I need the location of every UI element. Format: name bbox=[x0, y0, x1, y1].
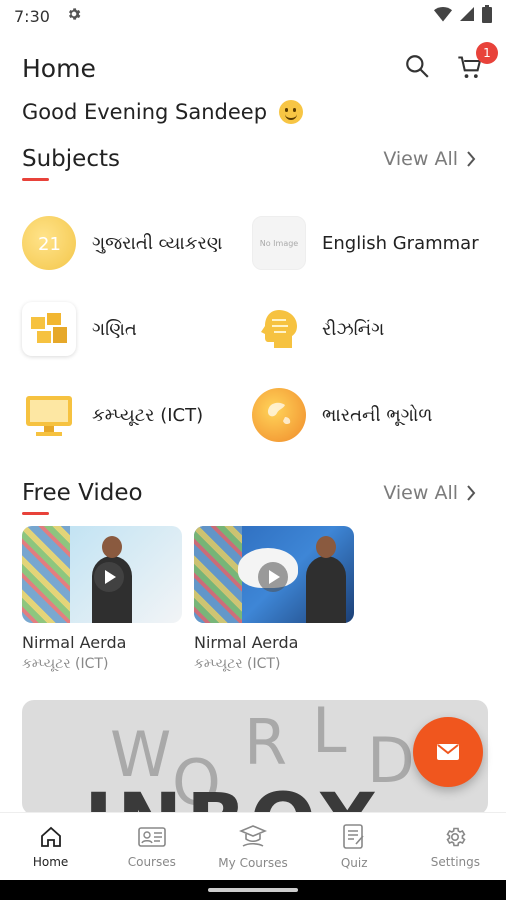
cart-button[interactable]: 1 bbox=[456, 42, 498, 82]
gear-icon bbox=[66, 6, 82, 26]
subject-label: ગણિત bbox=[92, 318, 137, 340]
no-image-placeholder: No Image bbox=[252, 216, 306, 270]
subject-item-reasoning[interactable]: રીઝનિંગ bbox=[252, 286, 492, 372]
view-all-label: View All bbox=[383, 482, 458, 504]
math-blocks-icon bbox=[22, 302, 76, 356]
video-thumbnail[interactable] bbox=[22, 526, 182, 623]
status-time: 7:30 bbox=[14, 6, 50, 26]
home-icon bbox=[40, 826, 61, 847]
video-author: Nirmal Aerda bbox=[194, 633, 299, 652]
subject-item-geography[interactable]: ભારતની ભૂગોળ bbox=[252, 372, 492, 458]
banner-letter: R bbox=[244, 706, 288, 779]
envelope-icon bbox=[437, 744, 459, 760]
bottom-nav: Home Courses My Courses Quiz Settings bbox=[0, 812, 506, 880]
brain-head-icon bbox=[252, 302, 306, 356]
subject-item-gujarati[interactable]: 21 ગુજરાતી વ્યાકરણ bbox=[22, 200, 252, 286]
app-bar: Home 1 bbox=[22, 42, 498, 88]
page-title: Home bbox=[22, 53, 96, 83]
nav-label: Settings bbox=[430, 854, 481, 869]
nav-label: Home bbox=[32, 854, 69, 869]
subject-label: ભારતની ભૂગોળ bbox=[322, 404, 433, 426]
video-list: Nirmal Aerda કમ્પ્યૂટર (ICT) Nirmal Aerd… bbox=[22, 526, 354, 672]
free-video-view-all[interactable]: View All bbox=[383, 482, 476, 504]
video-card[interactable]: Nirmal Aerda કમ્પ્યૂટર (ICT) bbox=[22, 526, 182, 672]
globe-icon bbox=[252, 388, 306, 442]
courses-icon bbox=[137, 826, 166, 847]
message-fab[interactable] bbox=[413, 717, 483, 787]
system-home-bar bbox=[0, 880, 506, 900]
video-author: Nirmal Aerda bbox=[22, 633, 127, 652]
settings-icon bbox=[446, 827, 466, 846]
banner-letter: L bbox=[312, 700, 347, 767]
subject-label: English Grammar bbox=[322, 232, 479, 254]
wifi-icon bbox=[434, 6, 452, 26]
nav-label: Courses bbox=[127, 854, 176, 869]
video-subject: કમ્પ્યૂટર (ICT) bbox=[22, 656, 109, 672]
video-thumbnail[interactable] bbox=[194, 526, 354, 623]
subject-item-computer[interactable]: કમ્પ્યૂટર (ICT) bbox=[22, 372, 252, 458]
video-subject: કમ્પ્યૂટર (ICT) bbox=[194, 656, 281, 672]
free-video-title: Free Video bbox=[22, 480, 143, 515]
play-icon[interactable] bbox=[258, 562, 288, 592]
svg-text:21: 21 bbox=[38, 234, 61, 255]
subjects-title: Subjects bbox=[22, 146, 120, 181]
cart-icon bbox=[456, 56, 484, 86]
play-icon[interactable] bbox=[94, 562, 124, 592]
greeting-text: Good Evening Sandeep bbox=[22, 100, 268, 124]
nav-label: My Courses bbox=[218, 855, 288, 870]
nav-item-home[interactable]: Home bbox=[0, 813, 101, 880]
gujarati-grammar-icon: 21 bbox=[22, 216, 76, 270]
nav-label: Quiz bbox=[340, 855, 368, 870]
keyboard-graphic bbox=[22, 526, 70, 623]
signal-icon bbox=[460, 6, 474, 26]
greeting: Good Evening Sandeep bbox=[22, 100, 304, 124]
keyboard-graphic bbox=[194, 526, 242, 623]
view-all-label: View All bbox=[383, 148, 458, 170]
nav-item-courses[interactable]: Courses bbox=[101, 813, 202, 880]
nav-item-quiz[interactable]: Quiz bbox=[304, 813, 405, 880]
status-bar: 7:30 bbox=[0, 0, 506, 32]
subjects-grid: 21 ગુજરાતી વ્યાકરણ No Image English Gram… bbox=[22, 200, 492, 458]
subject-label: કમ્પ્યૂટર (ICT) bbox=[92, 404, 204, 426]
nav-item-settings[interactable]: Settings bbox=[405, 813, 506, 880]
chevron-right-icon bbox=[467, 485, 476, 501]
subjects-view-all[interactable]: View All bbox=[383, 148, 476, 170]
smiley-icon bbox=[279, 100, 304, 124]
cart-badge: 1 bbox=[476, 42, 498, 64]
quiz-icon bbox=[343, 823, 364, 849]
computer-icon bbox=[22, 388, 76, 442]
free-video-header: Free Video View All bbox=[22, 480, 476, 515]
battery-icon bbox=[482, 5, 492, 27]
search-icon[interactable] bbox=[404, 53, 430, 83]
subject-item-english[interactable]: No Image English Grammar bbox=[252, 200, 492, 286]
video-card[interactable]: Nirmal Aerda કમ્પ્યૂટર (ICT) bbox=[194, 526, 354, 672]
no-image-text: No Image bbox=[259, 238, 299, 248]
nav-item-my-courses[interactable]: My Courses bbox=[202, 813, 303, 880]
subject-label: ગુજરાતી વ્યાકરણ bbox=[92, 232, 223, 254]
subjects-header: Subjects View All bbox=[22, 146, 476, 181]
my-courses-icon bbox=[239, 824, 267, 847]
instructor-figure bbox=[306, 536, 346, 623]
chevron-right-icon bbox=[467, 151, 476, 167]
subject-item-math[interactable]: ગણિત bbox=[22, 286, 252, 372]
banner-headline: INBOX bbox=[84, 778, 381, 815]
subject-label: રીઝનિંગ bbox=[322, 318, 385, 340]
